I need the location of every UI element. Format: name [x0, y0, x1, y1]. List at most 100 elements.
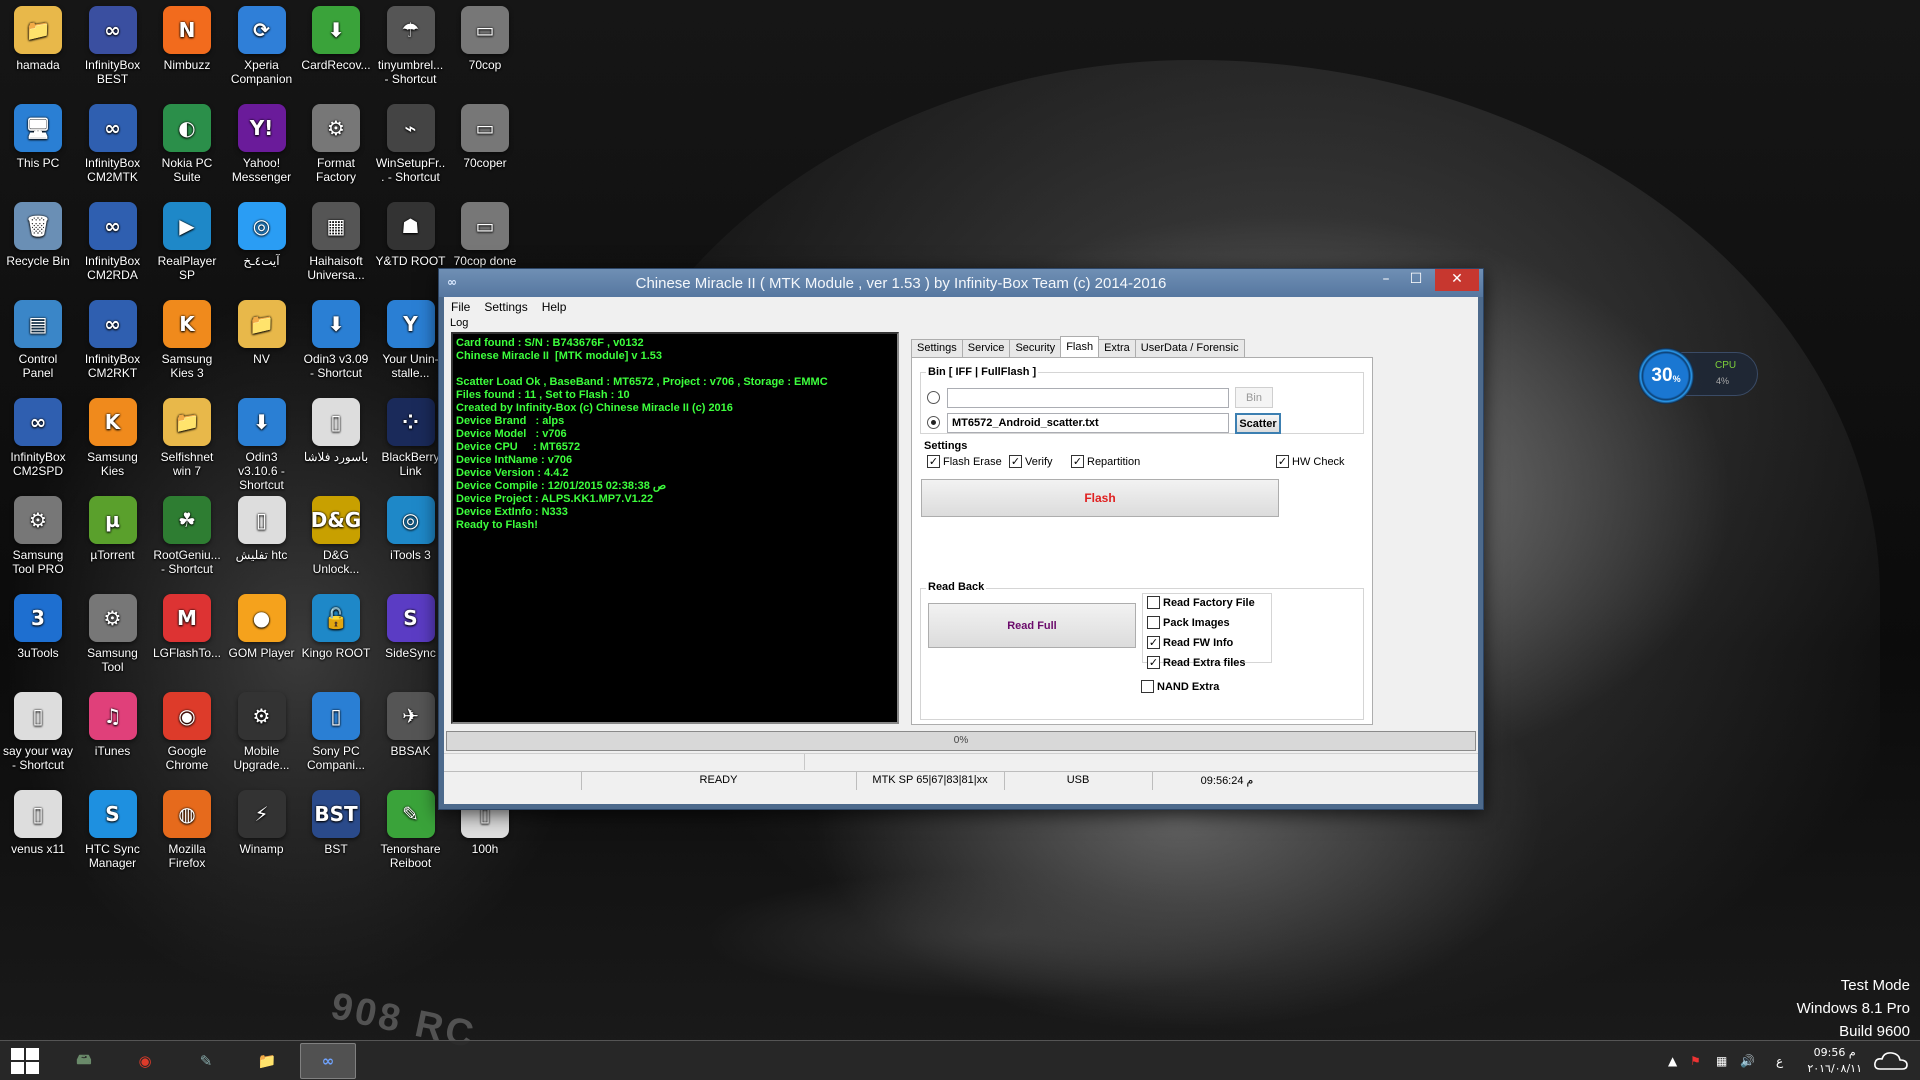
taskbar-clock[interactable]: 09:56 م ٢٠١٦/٠٨/١١: [1807, 1045, 1862, 1077]
desktop-icon[interactable]: ⚙ Mobile Upgrade...: [226, 690, 298, 786]
desktop-icon[interactable]: ✈ BBSAK: [375, 690, 447, 786]
start-button[interactable]: [8, 1047, 42, 1075]
flash-button[interactable]: Flash: [921, 479, 1279, 517]
desktop-icon[interactable]: ⌁ WinSetupFr... - Shortcut: [375, 102, 447, 198]
desktop-icon[interactable]: ∞ InfinityBox CM2MTK: [77, 102, 149, 198]
desktop-icon[interactable]: ⬇ Odin3 v3.10.6 - Shortcut: [226, 396, 298, 492]
close-button[interactable]: ✕: [1435, 269, 1479, 291]
maximize-button[interactable]: ☐: [1401, 269, 1431, 291]
verify-checkbox[interactable]: ✓ Verify: [1009, 455, 1053, 468]
desktop-icon[interactable]: ◎ آیت٤ـخ: [226, 200, 298, 296]
weather-cloud-icon[interactable]: [1872, 1049, 1910, 1073]
flash-erase-checkbox[interactable]: ✓ Flash Erase: [927, 455, 1002, 468]
desktop-icon[interactable]: ● GOM Player: [226, 592, 298, 688]
bin-path-input[interactable]: [947, 388, 1229, 408]
taskbar-app-1-button[interactable]: 🖴: [56, 1043, 112, 1079]
desktop-icon[interactable]: ⚙ Samsung Tool PRO: [2, 494, 74, 590]
desktop-icon[interactable]: ▯ say your way - Shortcut: [2, 690, 74, 786]
menu-help[interactable]: Help: [535, 297, 574, 317]
desktop-icon[interactable]: ▯ venus x11: [2, 788, 74, 884]
tab-service[interactable]: Service: [961, 339, 1011, 357]
desktop-icon[interactable]: 🗑 Recycle Bin: [2, 200, 74, 296]
scatter-button[interactable]: Scatter: [1235, 413, 1281, 434]
volume-icon[interactable]: 🔊: [1740, 1041, 1760, 1080]
taskbar-cm2mtk-button[interactable]: ∞: [300, 1043, 356, 1079]
bin-button[interactable]: Bin: [1235, 387, 1273, 408]
desktop-icon[interactable]: ▯ Sony PC Compani...: [300, 690, 372, 786]
network-icon[interactable]: ▦: [1716, 1041, 1734, 1080]
desktop-icon[interactable]: ⚙ Samsung Tool: [77, 592, 149, 688]
menu-settings[interactable]: Settings: [477, 297, 534, 317]
bin-radio[interactable]: [927, 391, 940, 404]
desktop-icon[interactable]: S HTC Sync Manager: [77, 788, 149, 884]
desktop-icon[interactable]: Y Your Unin-stalle...: [375, 298, 447, 394]
read-fw-info-checkbox[interactable]: ✓ Read FW Info: [1147, 636, 1233, 649]
desktop-icon[interactable]: 📁 NV: [226, 298, 298, 394]
desktop-icon[interactable]: ∞ InfinityBox CM2SPD: [2, 396, 74, 492]
log-output[interactable]: Card found : S/N : B743676F , v0132 Chine…: [451, 332, 899, 724]
desktop-icon[interactable]: M LGFlashTo...: [151, 592, 223, 688]
desktop-icon[interactable]: ▦ Haihaisoft Universa...: [300, 200, 372, 296]
desktop-icon[interactable]: ▯ باسورد فلاشا: [300, 396, 372, 492]
desktop-icon[interactable]: 📁 Selfishnet win 7: [151, 396, 223, 492]
tab-security[interactable]: Security: [1009, 339, 1062, 357]
desktop-icon[interactable]: ▶ RealPlayer SP: [151, 200, 223, 296]
menu-file[interactable]: File: [444, 297, 477, 317]
hw-check-checkbox[interactable]: ✓ HW Check: [1276, 455, 1345, 468]
action-center-flag-icon[interactable]: ⚑: [1690, 1041, 1708, 1080]
window-titlebar[interactable]: ∞ Chinese Miracle II ( MTK Module , ver …: [439, 269, 1483, 297]
desktop-icon[interactable]: Y! Yahoo! Messenger: [226, 102, 298, 198]
desktop-icon[interactable]: ▯ تفليش htc: [226, 494, 298, 590]
input-language[interactable]: ع: [1776, 1041, 1790, 1080]
desktop-icon[interactable]: ⬇ Odin3 v3.09 - Shortcut: [300, 298, 372, 394]
pack-images-checkbox[interactable]: Pack Images: [1147, 616, 1230, 629]
desktop-icon[interactable]: ▭ 70cop: [449, 4, 521, 100]
desktop-icon[interactable]: 🖥 This PC: [2, 102, 74, 198]
desktop-icon[interactable]: ♫ iTunes: [77, 690, 149, 786]
read-extra-files-checkbox[interactable]: ✓ Read Extra files: [1147, 656, 1246, 669]
taskbar-app-3-button[interactable]: ✎: [178, 1043, 234, 1079]
repartition-checkbox[interactable]: ✓ Repartition: [1071, 455, 1140, 468]
tray-up-arrow-icon[interactable]: ▲: [1668, 1041, 1682, 1080]
desktop-icon[interactable]: ▭ 70coper: [449, 102, 521, 198]
read-factory-file-checkbox[interactable]: Read Factory File: [1147, 596, 1255, 609]
desktop-icon[interactable]: ◐ Nokia PC Suite: [151, 102, 223, 198]
desktop-icon[interactable]: 3 3uTools: [2, 592, 74, 688]
desktop-icon[interactable]: ∞ InfinityBox CM2RKT: [77, 298, 149, 394]
desktop-icon[interactable]: D&G D&G Unlock...: [300, 494, 372, 590]
taskbar-chrome-button[interactable]: ◉: [117, 1043, 173, 1079]
tab-settings[interactable]: Settings: [911, 339, 963, 357]
desktop-icon[interactable]: ◎ iTools 3: [375, 494, 447, 590]
desktop-icon[interactable]: K Samsung Kies 3: [151, 298, 223, 394]
desktop-icon[interactable]: ⟳ Xperia Companion: [226, 4, 298, 100]
minimize-button[interactable]: –: [1371, 269, 1401, 291]
desktop-icon[interactable]: ▤ Control Panel: [2, 298, 74, 394]
desktop-icon[interactable]: ☘ RootGeniu... - Shortcut: [151, 494, 223, 590]
desktop-icon[interactable]: ⚙ Format Factory: [300, 102, 372, 198]
tab-flash[interactable]: Flash: [1060, 336, 1100, 357]
scatter-radio[interactable]: [927, 416, 940, 429]
desktop-icon[interactable]: ⚡ Winamp: [226, 788, 298, 884]
desktop-icon[interactable]: ☗ Y&TD ROOT: [375, 200, 447, 296]
desktop-icon[interactable]: ✎ Tenorshare Reiboot: [375, 788, 447, 884]
desktop-icon[interactable]: ∞ InfinityBox BEST: [77, 4, 149, 100]
desktop-icon[interactable]: ⁘ BlackBerry Link: [375, 396, 447, 492]
taskbar-explorer-button[interactable]: 📁: [239, 1043, 295, 1079]
desktop-icon[interactable]: 🔓 Kingo ROOT: [300, 592, 372, 688]
desktop-icon[interactable]: ◍ Mozilla Firefox: [151, 788, 223, 884]
desktop-icon[interactable]: ☂ tinyumbrel... - Shortcut: [375, 4, 447, 100]
desktop-icon[interactable]: 📁 hamada: [2, 4, 74, 100]
desktop-icon[interactable]: BST BST: [300, 788, 372, 884]
desktop-icon[interactable]: ∞ InfinityBox CM2RDA: [77, 200, 149, 296]
tab-extra[interactable]: Extra: [1098, 339, 1136, 357]
nand-extra-checkbox[interactable]: NAND Extra: [1141, 680, 1219, 693]
desktop-icon[interactable]: ◉ Google Chrome: [151, 690, 223, 786]
scatter-path-input[interactable]: MT6572_Android_scatter.txt: [947, 413, 1229, 433]
desktop-icon[interactable]: S SideSync: [375, 592, 447, 688]
desktop-icon[interactable]: N Nimbuzz: [151, 4, 223, 100]
desktop-icon[interactable]: K Samsung Kies: [77, 396, 149, 492]
read-full-button[interactable]: Read Full: [928, 603, 1136, 648]
desktop-icon[interactable]: ⬇ CardRecov...: [300, 4, 372, 100]
tab-userdata-forensic[interactable]: UserData / Forensic: [1134, 339, 1245, 357]
desktop-icon[interactable]: µ µTorrent: [77, 494, 149, 590]
